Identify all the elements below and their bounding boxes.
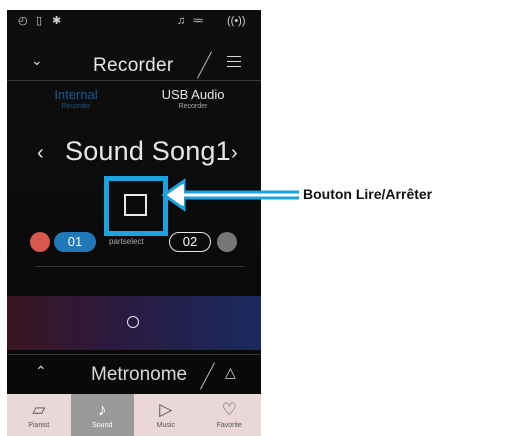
callout-label: Bouton Lire/Arrêter: [303, 186, 433, 202]
callout-arrow-icon: [161, 178, 299, 212]
